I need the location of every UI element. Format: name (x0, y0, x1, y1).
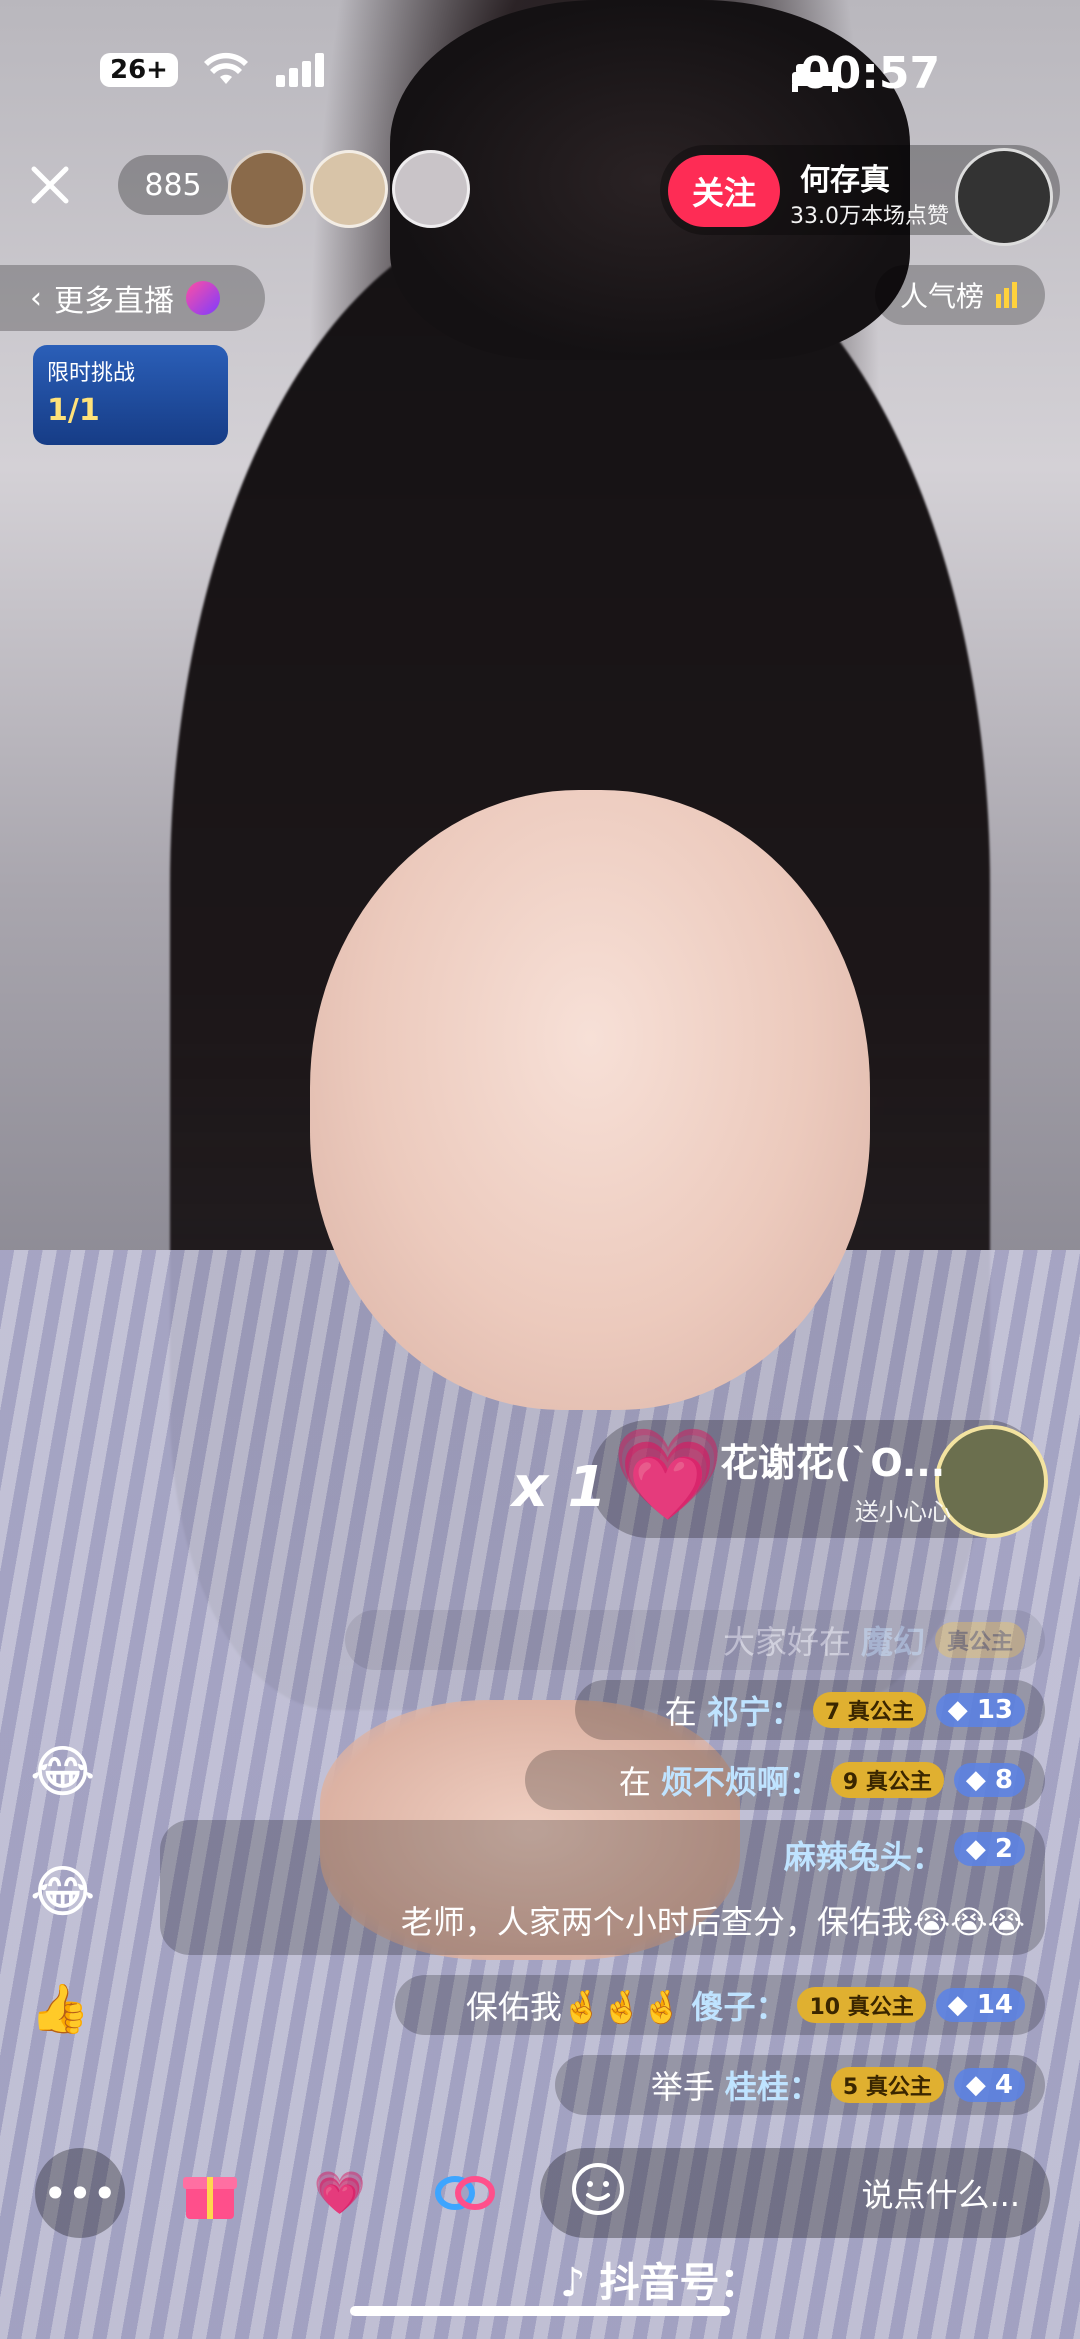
fan-badge: 5 真公主 (830, 2067, 944, 2103)
user-level-badge: ◆ 8 (953, 1763, 1025, 1797)
fan-label: 真公主 (847, 1700, 914, 1725)
more-icon: ••• (42, 2168, 118, 2218)
battery-icon: 26+ (100, 53, 178, 87)
comment-row[interactable]: ◆ 14 10 真公主 傻子： 保佑我🤞🤞🤞 (395, 1975, 1045, 2035)
level-number: 8 (994, 1765, 1013, 1795)
link-icon (435, 2176, 495, 2210)
comment-text: 举手 (650, 2068, 715, 2106)
user-level-badge: ◆ 4 (953, 2068, 1025, 2102)
fan-level: 10 (809, 1995, 841, 2020)
comment-user: 祁宁： (706, 1693, 803, 1731)
fan-level: 7 (824, 1700, 841, 1725)
gift-action: 送小心心 (855, 1498, 951, 1526)
user-level-badge: ◆ 13 (935, 1693, 1025, 1727)
close-icon (31, 166, 69, 204)
face-shape (310, 790, 870, 1410)
comment-row[interactable]: ◆ 8 9 真公主 烦不烦啊： 在 (525, 1750, 1045, 1810)
close-button[interactable] (30, 165, 70, 205)
fan-badge: 7 真公主 (812, 1692, 926, 1728)
more-live-label: 更多直播 (54, 284, 174, 319)
fan-badge: 真公主 (934, 1622, 1025, 1658)
like-float-icon: 👍 (30, 1981, 90, 2037)
level-number: 14 (976, 1990, 1013, 2020)
fan-badge: 10 真公主 (797, 1987, 926, 2023)
emoji-icon (572, 2163, 624, 2215)
signal-icon (275, 53, 324, 87)
more-live-button[interactable]: ‹ 更多直播 (0, 265, 265, 331)
heart-gift-icon: 💗 (612, 1422, 725, 1527)
more-button[interactable]: ••• (35, 2148, 125, 2238)
gift-sender-avatar[interactable] (935, 1425, 1048, 1538)
comment-row[interactable]: ◆ 2 麻辣兔头： 老师，人家两个小时后查分，保佑我😭😭😭 (160, 1820, 1045, 1955)
comment-row[interactable]: ◆ 13 7 真公主 祁宁： 在 (575, 1680, 1045, 1740)
chevron-left-icon: ‹ (30, 280, 42, 316)
popularity-rank-button[interactable]: 人气榜 (875, 265, 1045, 325)
user-level-badge: ◆ 14 (935, 1988, 1025, 2022)
fan-label: 真公主 (865, 2075, 932, 2100)
gift-icon (183, 2177, 237, 2219)
gift-count: x 1 (512, 1455, 607, 1520)
comment-text: 在 (618, 1763, 651, 1801)
emoji-button[interactable] (570, 2161, 626, 2225)
fan-label: 真公主 (847, 1995, 914, 2020)
comment-input-placeholder: 说点什么... (861, 2176, 1020, 2214)
comment-user: 魔幻 (860, 1623, 925, 1661)
follow-button[interactable]: 关注 (668, 155, 780, 227)
host-name: 何存真 (800, 163, 890, 198)
comment-text: 老师，人家两个小时后查分，保佑我😭😭😭 (400, 1902, 1025, 1941)
comment-text: 大家好在 (722, 1623, 851, 1661)
rank-label: 人气榜 (899, 280, 984, 313)
comment-row[interactable]: ◆ 4 5 真公主 桂桂： 举手 (555, 2055, 1045, 2115)
level-number: 13 (976, 1695, 1013, 1725)
comment-user: 傻子： (691, 1988, 788, 2026)
user-level-badge: ◆ 2 (953, 1832, 1025, 1866)
wifi-icon (203, 52, 248, 84)
laughing-emoji-icon: 😂 (30, 1740, 96, 1805)
viewer-avatar[interactable] (228, 150, 306, 228)
host-avatar[interactable] (955, 148, 1053, 246)
douyin-id-label: 抖音号： (599, 2260, 760, 2306)
viewer-avatar[interactable] (392, 150, 470, 228)
comment-text: 保佑我🤞🤞🤞 (465, 1988, 682, 2026)
host-likes: 33.0万本场点赞 (790, 204, 949, 229)
challenge-title: 限时挑战 (47, 361, 136, 386)
comment-text: 在 (664, 1693, 697, 1731)
comment-user: 烦不烦啊： (660, 1763, 821, 1801)
limited-challenge-card[interactable]: 限时挑战 1/1 (33, 345, 228, 445)
fan-level: 5 (842, 2075, 859, 2100)
home-indicator[interactable] (350, 2306, 730, 2316)
heart-icon: 💗 (313, 2168, 367, 2217)
live-badge-icon (186, 281, 220, 315)
comment-row[interactable]: 真公主 魔幻 大家好在 (345, 1610, 1045, 1670)
comment-user: 麻辣兔头： (783, 1838, 944, 1876)
douyin-id-watermark: ♪ 抖音号： (560, 2250, 759, 2308)
challenge-progress: 1/1 (47, 393, 100, 428)
laughing-emoji-icon: 😂 (30, 1860, 96, 1925)
gift-button[interactable] (165, 2148, 255, 2238)
status-icons: 26+ (100, 52, 328, 88)
bar-chart-icon (996, 282, 1017, 308)
fan-level: 9 (842, 1770, 859, 1795)
link-button[interactable] (420, 2148, 510, 2238)
fan-label: 真公主 (865, 1770, 932, 1795)
viewer-count[interactable]: 885 (118, 155, 228, 215)
level-number: 2 (994, 1834, 1013, 1864)
like-button[interactable]: 💗 (295, 2148, 385, 2238)
level-number: 4 (994, 2070, 1013, 2100)
sleep-mode-icon (792, 64, 838, 92)
gift-sender-name: 花谢花(`O... (720, 1441, 946, 1485)
comment-user: 桂桂： (724, 2068, 821, 2106)
viewer-avatar[interactable] (310, 150, 388, 228)
douyin-logo-icon: ♪ (560, 2260, 586, 2306)
comment-input[interactable]: 说点什么... (540, 2148, 1050, 2238)
fan-badge: 9 真公主 (830, 1762, 944, 1798)
